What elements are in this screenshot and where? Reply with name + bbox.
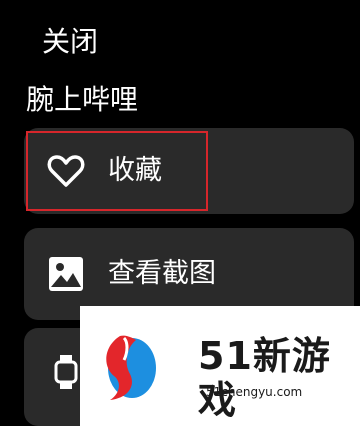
- favorite-highlight-box: [26, 131, 208, 211]
- watermark-text: 51新游戏: [198, 334, 331, 422]
- watermark-logo-icon: [98, 332, 158, 408]
- watermark-url: 51chengyu.com: [206, 385, 303, 399]
- close-button[interactable]: 关闭: [42, 24, 98, 60]
- image-icon: [44, 252, 88, 296]
- watermark-overlay: 51新游戏 51chengyu.com: [80, 306, 360, 426]
- view-screenshot-label: 查看截图: [108, 258, 216, 289]
- app-title: 腕上哔哩: [26, 83, 139, 116]
